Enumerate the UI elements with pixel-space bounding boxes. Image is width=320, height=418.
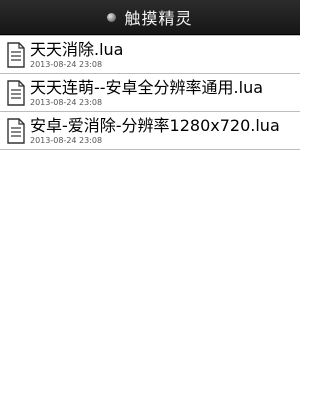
file-date: 2013-08-24 23:08 <box>30 97 103 107</box>
app-icon <box>107 12 117 22</box>
file-name: 安卓-爱消除-分辨率1280x720.lua <box>30 115 280 135</box>
file-list-item[interactable]: 天天连萌--安卓全分辨率通用.lua 2013-08-24 23:08 <box>0 74 300 112</box>
app-screen: 触摸精灵 天天消除.lua 2013-08-24 23:08 天天连萌--安卓全… <box>0 0 300 418</box>
document-icon <box>7 117 25 144</box>
file-text: 天天消除.lua 2013-08-24 23:08 <box>30 40 296 70</box>
document-icon <box>7 41 25 68</box>
file-text: 天天连萌--安卓全分辨率通用.lua 2013-08-24 23:08 <box>30 78 296 108</box>
file-date: 2013-08-24 23:08 <box>30 59 103 69</box>
document-icon <box>7 79 25 106</box>
file-list: 天天消除.lua 2013-08-24 23:08 天天连萌--安卓全分辨率通用… <box>0 36 300 150</box>
file-name: 天天连萌--安卓全分辨率通用.lua <box>30 77 264 97</box>
file-list-item[interactable]: 安卓-爱消除-分辨率1280x720.lua 2013-08-24 23:08 <box>0 112 300 150</box>
file-name: 天天消除.lua <box>30 39 124 59</box>
file-text: 安卓-爱消除-分辨率1280x720.lua 2013-08-24 23:08 <box>30 116 296 146</box>
file-list-item[interactable]: 天天消除.lua 2013-08-24 23:08 <box>0 36 300 74</box>
title-bar: 触摸精灵 <box>0 0 300 35</box>
file-date: 2013-08-24 23:08 <box>30 135 103 145</box>
app-title: 触摸精灵 <box>124 9 193 28</box>
